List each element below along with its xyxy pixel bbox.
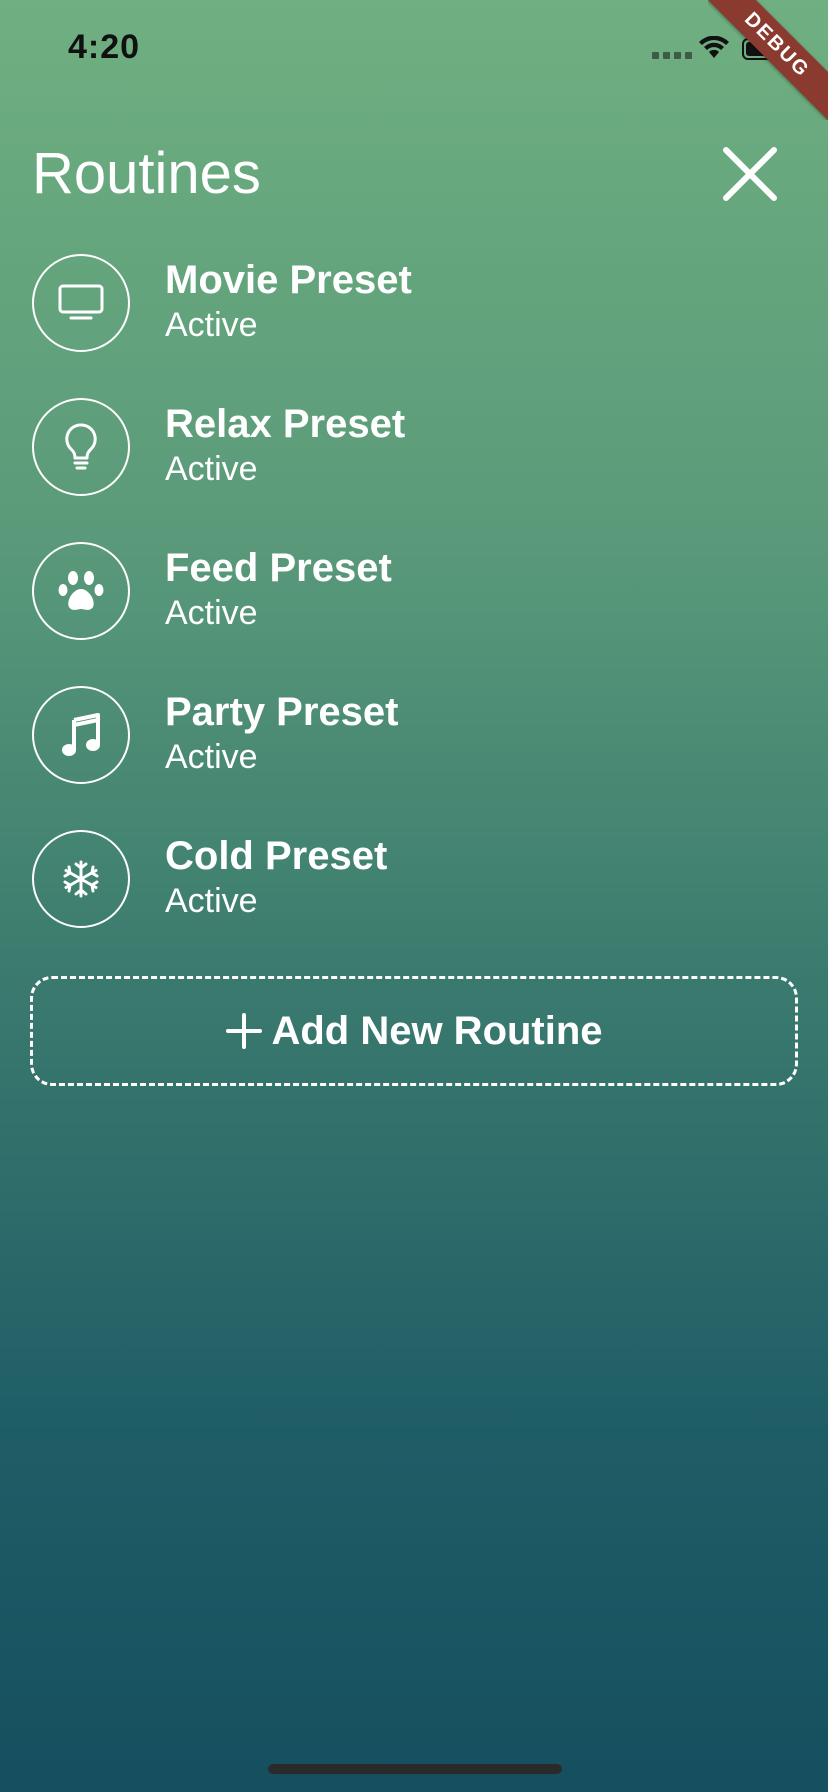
close-button[interactable] <box>718 142 782 206</box>
routine-name: Feed Preset <box>165 546 392 590</box>
debug-banner: DEBUG <box>708 0 828 120</box>
status-time: 4:20 <box>68 28 141 66</box>
music-note-icon <box>32 686 130 784</box>
routine-name: Party Preset <box>165 690 399 734</box>
status-bar: 4:20 <box>0 0 828 100</box>
routine-item-feed[interactable]: Feed Preset Active <box>32 540 792 684</box>
home-indicator[interactable] <box>268 1764 562 1774</box>
routine-status: Active <box>165 882 258 920</box>
debug-banner-label: DEBUG <box>708 0 828 120</box>
lightbulb-icon <box>32 398 130 496</box>
routine-status: Active <box>165 594 258 632</box>
routine-item-relax[interactable]: Relax Preset Active <box>32 396 792 540</box>
routine-item-party[interactable]: Party Preset Active <box>32 684 792 828</box>
snowflake-icon <box>32 830 130 928</box>
routine-item-cold[interactable]: Cold Preset Active <box>32 828 792 972</box>
page-title: Routines <box>32 141 261 206</box>
plus-icon <box>226 1013 263 1049</box>
routine-name: Cold Preset <box>165 834 388 878</box>
add-routine-label: Add New Routine <box>271 1008 603 1053</box>
routine-item-movie[interactable]: Movie Preset Active <box>32 252 792 396</box>
paw-icon <box>32 542 130 640</box>
routine-status: Active <box>165 450 258 488</box>
routine-status: Active <box>165 738 258 776</box>
add-routine-button[interactable]: Add New Routine <box>30 976 798 1086</box>
routine-list: Movie Preset Active Relax Preset Active … <box>32 252 792 972</box>
tv-icon <box>32 254 130 352</box>
close-icon <box>723 147 777 201</box>
routine-name: Relax Preset <box>165 402 406 446</box>
routine-name: Movie Preset <box>165 258 412 302</box>
cellular-signal-icon <box>652 52 692 59</box>
routine-status: Active <box>165 306 258 344</box>
